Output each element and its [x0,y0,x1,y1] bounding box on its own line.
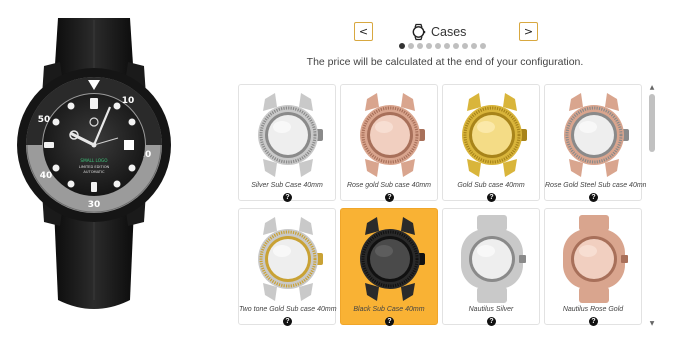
case-option-card[interactable]: Nautilus Silver? [442,208,540,326]
step-dot[interactable] [471,43,477,49]
case-image [563,215,628,303]
step-title: Cases [411,22,466,42]
next-step-button[interactable]: > [519,22,538,41]
info-icon[interactable]: ? [385,193,394,202]
case-image [360,93,425,177]
step-dot[interactable] [435,43,441,49]
watch-case-icon [411,23,426,41]
case-option-card[interactable]: Nautilus Rose Gold? [544,208,642,326]
case-option-name: Rose Gold Steel Sub case 40mm [545,182,646,189]
step-dot[interactable] [453,43,459,49]
step-dot[interactable] [399,43,405,49]
step-dot[interactable] [408,43,414,49]
info-icon[interactable]: ? [589,193,598,202]
info-icon[interactable]: ? [283,317,292,326]
dial-line-1: LIMITED EDITION [79,165,110,169]
dial-logo-text: SMALL LOGO [80,158,108,163]
price-note: The price will be calculated at the end … [306,56,584,68]
step-dot[interactable] [480,43,486,49]
case-option-name: Nautilus Rose Gold [562,306,624,313]
case-image [461,215,526,303]
info-icon[interactable]: ? [283,193,292,202]
case-image [258,93,323,177]
info-icon[interactable]: ? [487,317,496,326]
dial-line-2: AUTOMATIC [83,170,105,174]
scroll-up-arrow-icon[interactable]: ▲ [648,84,656,92]
step-dot[interactable] [444,43,450,49]
step-dot[interactable] [426,43,432,49]
case-option-name: Gold Sub case 40mm [457,182,525,189]
case-option-card[interactable]: Rose gold Sub case 40mm? [340,84,438,202]
case-option-card[interactable]: Silver Sub Case 40mm? [238,84,336,202]
bezel-number: 30 [88,200,101,210]
case-option-card[interactable]: Black Sub Case 40mm? [340,208,438,326]
case-option-name: Black Sub Case 40mm [353,306,425,313]
scroll-thumb[interactable] [649,94,655,152]
case-option-card[interactable]: Two tone Gold Sub case 40mm? [238,208,337,326]
watch-preview: 10 20 30 40 50 SMALL LOGO LIMITED EDITIO… [0,0,205,342]
info-icon[interactable]: ? [487,193,496,202]
bezel-number: 40 [40,171,53,181]
watch-preview-image: 10 20 30 40 50 SMALL LOGO LIMITED EDITIO… [17,18,171,309]
grid-scrollbar[interactable]: ▲ ▼ [648,84,656,328]
case-image [564,93,629,177]
step-header: < Cases > [350,20,540,44]
step-dot[interactable] [462,43,468,49]
case-image [360,217,425,301]
step-progress-dots [399,43,486,51]
info-icon[interactable]: ? [589,317,598,326]
previous-step-button[interactable]: < [354,22,373,41]
step-title-label: Cases [431,25,467,39]
case-option-name: Two tone Gold Sub case 40mm [239,306,337,313]
case-options-grid: Silver Sub Case 40mm? Rose gold Sub case … [238,84,646,328]
case-option-card[interactable]: Gold Sub case 40mm? [442,84,540,202]
case-option-name: Nautilus Silver [468,306,514,313]
case-option-card[interactable]: Rose Gold Steel Sub case 40mm? [544,84,646,202]
info-icon[interactable]: ? [385,317,394,326]
case-option-name: Silver Sub Case 40mm [251,182,323,189]
case-image [462,93,527,177]
case-option-name: Rose gold Sub case 40mm [346,182,432,189]
scroll-down-arrow-icon[interactable]: ▼ [648,320,656,328]
step-dot[interactable] [417,43,423,49]
case-image [258,217,323,301]
